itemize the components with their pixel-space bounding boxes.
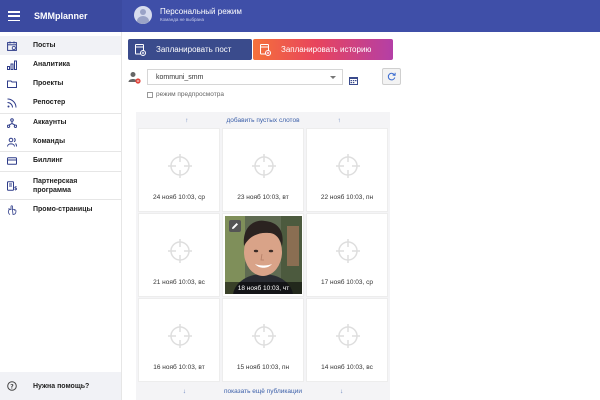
refresh-button[interactable] [382,68,401,85]
sidebar-item-partner[interactable]: $ Партнерская программа [0,174,121,198]
calendar-plus-icon [260,43,271,56]
crosshair-icon [336,239,360,263]
post-slot[interactable]: 21 нояб 10:03, вс [138,213,220,297]
sidebar-item-promo[interactable]: Промо-страницы [0,200,121,219]
arrow-up-icon: ↑ [185,116,189,124]
brand-area: SMMplanner [0,0,122,32]
main-content: Запланировать пост Запланировать историю… [122,32,600,400]
network-icon [7,117,17,128]
rss-icon [7,98,17,108]
chevron-down-icon [330,76,336,79]
crosshair-icon [252,324,276,348]
sidebar-item-billing[interactable]: Биллинг [0,151,121,170]
sidebar-item-label: Посты [33,42,56,49]
schedule-story-button[interactable]: Запланировать историю [253,39,393,60]
profile-title: Персональный режим [160,7,242,16]
add-slots-link[interactable]: добавить пустых слотов [226,117,299,124]
users-icon [7,137,17,147]
money-icon: $ [7,181,17,191]
post-slot[interactable]: 14 нояб 10:03, вс [306,298,388,382]
profile-switcher[interactable]: Персональный режим Команда не выбрана [134,6,242,24]
sidebar-item-accounts[interactable]: Аккаунты [0,113,121,132]
account-select-value: kommuni_smm [156,73,204,81]
slot-date: 15 нояб 10:03, пн [236,364,290,371]
menu-icon[interactable] [8,11,20,21]
crosshair-icon [168,154,192,178]
slot-date: 17 нояб 10:03, ср [320,279,374,286]
sidebar-item-label: Аналитика [33,61,71,68]
schedule-post-label: Запланировать пост [156,45,232,54]
schedule-story-label: Запланировать историю [281,45,372,54]
sidebar-item-posts[interactable]: Посты [0,36,121,55]
bar-chart-icon [7,60,17,70]
folder-icon [7,79,17,89]
slot-date: 24 нояб 10:03, ср [152,194,206,201]
calendar-icon [7,41,17,51]
refresh-icon [387,68,396,86]
preview-mode-checkbox[interactable] [147,91,153,98]
sidebar-item-label: Аккаунты [33,119,67,126]
crosshair-icon [168,239,192,263]
calendar-plus-icon [135,43,146,56]
calendar-icon[interactable] [349,72,358,85]
sidebar-item-label: Проекты [33,80,64,87]
post-thumbnail: 18 нояб 10:03, чт [225,216,302,294]
avatar [134,6,152,24]
post-slot[interactable]: 16 нояб 10:03, вт [138,298,220,382]
slot-date: 22 нояб 10:03, пн [320,194,374,201]
account-settings-icon[interactable] [128,71,141,84]
post-date: 18 нояб 10:03, чт [225,282,302,294]
post-slot[interactable]: 15 нояб 10:03, пн [222,298,304,382]
help-link[interactable]: ? Нужна помощь? [0,372,121,400]
crosshair-icon [252,154,276,178]
crosshair-icon [336,324,360,348]
sidebar: Посты Аналитика Проекты Репостер Аккаунт… [0,32,122,400]
crosshair-icon [336,154,360,178]
post-slot[interactable]: 22 нояб 10:03, пн [306,128,388,212]
arrow-down-icon: ↓ [339,387,344,395]
slot-date: 21 нояб 10:03, вс [153,279,205,286]
slot-date: 23 нояб 10:03, вт [237,194,289,201]
post-slot[interactable]: 23 нояб 10:03, вт [222,128,304,212]
arrow-down-icon: ↓ [182,387,187,395]
add-slots-bar[interactable]: ↑ добавить пустых слотов ↑ [136,113,390,127]
sidebar-item-teams[interactable]: Команды [0,132,121,151]
scheduled-post[interactable]: 18 нояб 10:03, чт [222,213,304,297]
sidebar-item-analytics[interactable]: Аналитика [0,55,121,74]
edit-post-button[interactable] [229,220,241,232]
post-grid: ↑ добавить пустых слотов ↑ 24 нояб 10:03… [136,112,390,400]
question-icon: ? [7,381,17,391]
preview-mode-label: режим предпросмотра [156,91,224,98]
sidebar-item-label: Партнерская программа [33,178,78,194]
account-select[interactable]: kommuni_smm [147,69,343,85]
slot-date: 16 нояб 10:03, вт [153,364,205,371]
arrow-up-icon: ↑ [337,116,341,124]
sidebar-item-label: Команды [33,138,66,145]
show-more-bar[interactable]: ↓ показать ещё публикации ↓ [136,384,390,398]
schedule-post-button[interactable]: Запланировать пост [128,39,252,60]
sidebar-item-label: Промо-страницы [33,206,93,213]
sidebar-item-label: Биллинг [33,157,63,164]
post-slot[interactable]: 17 нояб 10:03, ср [306,213,388,297]
help-label: Нужна помощь? [33,382,90,390]
show-more-link[interactable]: показать ещё публикации [224,388,302,395]
profile-subtitle: Команда не выбрана [160,17,205,22]
pencil-icon [231,217,239,235]
app-brand[interactable]: SMMplanner [34,11,88,21]
crosshair-icon [168,324,192,348]
sidebar-item-projects[interactable]: Проекты [0,74,121,93]
slot-date: 14 нояб 10:03, вс [321,364,373,371]
post-slot[interactable]: 24 нояб 10:03, ср [138,128,220,212]
top-bar: SMMplanner Персональный режим Команда не… [0,0,600,32]
sidebar-item-label: Репостер [33,99,66,106]
svg-text:?: ? [10,383,14,390]
hand-icon [7,204,17,215]
preview-mode-toggle[interactable]: режим предпросмотра [147,91,224,98]
svg-text:$: $ [14,186,17,191]
card-icon [7,156,17,166]
divider [0,171,121,172]
sidebar-item-reposter[interactable]: Репостер [0,93,121,112]
